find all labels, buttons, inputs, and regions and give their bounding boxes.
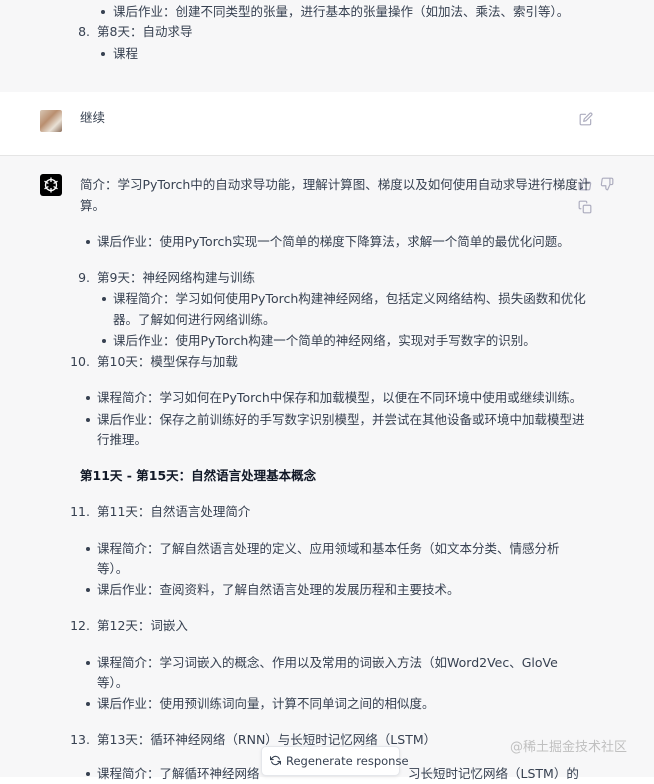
bullet — [102, 297, 106, 301]
paragraph-text: 算。 — [80, 198, 106, 213]
list-number: 11. — [70, 504, 90, 519]
bullet — [101, 10, 105, 14]
list-item: 课程简介：了解循环神经网络 — [97, 766, 260, 781]
refresh-icon — [270, 755, 281, 766]
bullet — [86, 661, 90, 665]
list-item: 等）。 — [97, 675, 129, 690]
list-number: 8. — [78, 24, 90, 39]
list-item: 课后作业：查阅资料，了解自然语言处理的发展历程和主要技术。 — [97, 582, 460, 597]
list-number: 13. — [70, 732, 90, 747]
list-item: 课程简介：学习如何使用PyTorch构建神经网络，包括定义网络结构、损失函数和优… — [113, 291, 586, 306]
list-item: 课程简介：了解自然语言处理的定义、应用领域和基本任务（如文本分类、情感分析 — [97, 541, 560, 556]
list-item: 器。了解如何进行网络训练。 — [113, 312, 276, 327]
list-item: 课后作业：使用PyTorch实现一个简单的梯度下降算法，求解一个简单的最优化问题… — [97, 234, 570, 249]
watermark-text: @稀土掘金技术社区 — [510, 740, 628, 755]
list-item: 课程简介：学习词嵌入的概念、作用以及常用的词嵌入方法（如Word2Vec、Glo… — [97, 655, 558, 670]
bullet — [86, 418, 90, 422]
list-item: 第10天：模型保存与加载 — [97, 354, 238, 369]
list-item: 课后作业：创建不同类型的张量，进行基本的张量操作（如加法、乘法、索引等）。 — [113, 4, 570, 19]
list-item: 第8天：自动求导 — [97, 24, 193, 39]
list-item: 行推理。 — [97, 432, 148, 447]
bullet — [86, 396, 90, 400]
list-item: 课后作业：使用预训练词向量，计算不同单词之间的相似度。 — [97, 696, 435, 711]
copy-icon[interactable] — [578, 200, 592, 214]
bullet — [86, 702, 90, 706]
paragraph-text: 简介：学习PyTorch中的自动求导功能，理解计算图、梯度以及如何使用自动求导进… — [80, 177, 591, 192]
list-item: 课程简介：学习如何在PyTorch中保存和加载模型，以便在不同环境中使用或继续训… — [97, 390, 583, 405]
list-item: 等）。 — [97, 561, 129, 576]
list-item: 课后作业：保存之前训练好的手写数字识别模型，并尝试在其他设备或环境中加载模型进 — [97, 412, 585, 427]
user-avatar — [40, 110, 62, 132]
thumbs-down-icon[interactable] — [600, 177, 614, 191]
bullet — [102, 339, 106, 343]
bullet — [86, 588, 90, 592]
regenerate-label: Regenerate response — [286, 754, 409, 768]
bullet — [101, 52, 105, 56]
list-item: 第9天：神经网络构建与训练 — [97, 270, 255, 285]
bullet — [86, 772, 90, 776]
list-number: 9. — [78, 270, 90, 285]
list-item: 课程 — [113, 46, 139, 61]
list-item: 课后作业：使用PyTorch构建一个简单的神经网络，实现对手写数字的识别。 — [113, 333, 536, 348]
openai-logo-icon — [40, 174, 62, 196]
regenerate-response-button[interactable]: Regenerate response — [261, 746, 409, 776]
user-message-text: 继续 — [80, 110, 106, 125]
list-number: 12. — [70, 618, 90, 633]
bullet — [86, 547, 90, 551]
edit-icon[interactable] — [579, 112, 593, 126]
bullet — [86, 240, 90, 244]
list-item: 第12天：词嵌入 — [97, 618, 188, 633]
list-item: 习长短时记忆网络（LSTM）的 — [408, 766, 579, 781]
list-item: 第11天：自然语言处理简介 — [97, 504, 251, 519]
list-number: 10. — [70, 354, 90, 369]
section-heading: 第11天 - 第15天：自然语言处理基本概念 — [80, 468, 317, 483]
